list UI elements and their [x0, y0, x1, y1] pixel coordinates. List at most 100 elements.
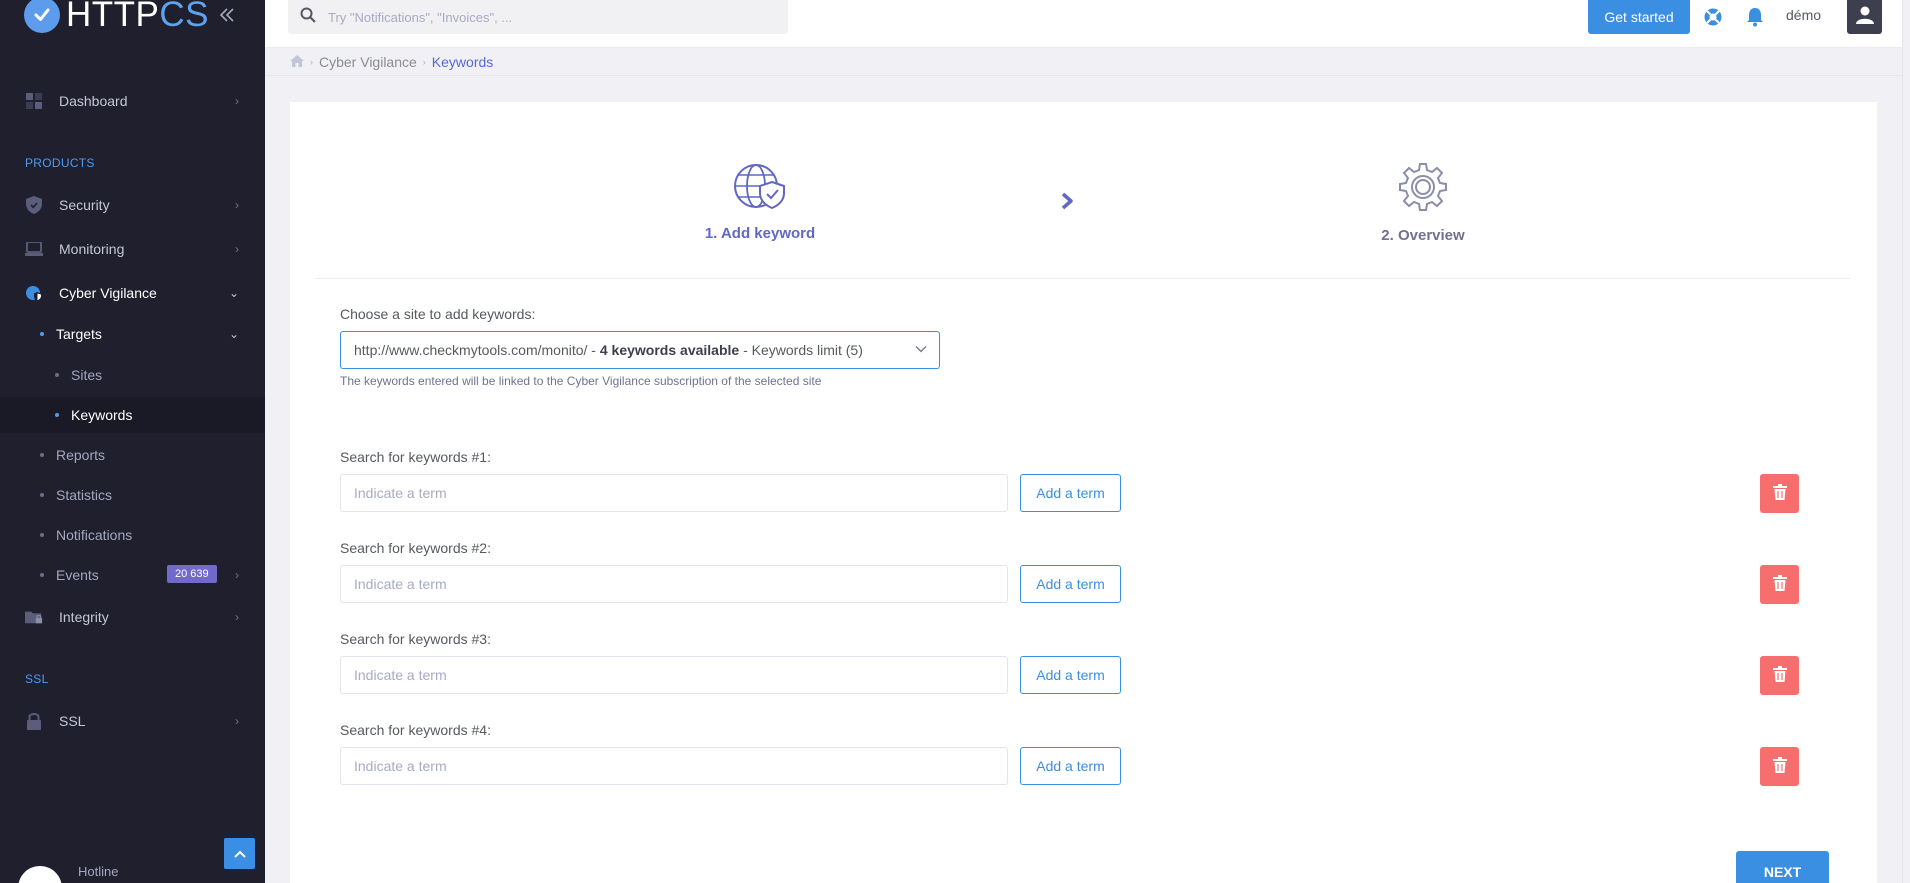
delete-keyword-2-button[interactable] — [1760, 565, 1799, 604]
trash-icon — [1772, 575, 1787, 594]
breadcrumb-parent[interactable]: Cyber Vigilance — [319, 54, 417, 70]
search-input[interactable] — [328, 9, 748, 25]
globe-shield-icon — [25, 284, 43, 302]
bullet-icon — [40, 573, 44, 577]
keywords-available: 4 keywords available — [599, 342, 740, 358]
chevron-right-icon: › — [235, 242, 239, 256]
hotline-label: Hotline — [78, 864, 119, 879]
sidebar-item-label: Statistics — [56, 487, 113, 503]
sidebar-item-dashboard[interactable]: Dashboard › — [0, 81, 265, 121]
sidebar-item-reports[interactable]: Reports — [0, 437, 265, 473]
add-term-button-2[interactable]: Add a term — [1020, 565, 1121, 603]
logo-prefix: HTTP — [66, 0, 160, 34]
trash-icon — [1772, 484, 1787, 503]
select-separator: - — [587, 342, 600, 358]
sidebar-item-label: Targets — [56, 326, 102, 342]
chevron-right-icon — [1060, 190, 1074, 216]
sidebar-item-keywords[interactable]: Keywords — [0, 397, 265, 433]
add-term-button-3[interactable]: Add a term — [1020, 656, 1121, 694]
site-url: http://www.checkmytools.com/monito/ — [354, 342, 588, 358]
keyword-3-label: Search for keywords #3: — [340, 631, 491, 647]
sidebar-item-label: Dashboard — [59, 93, 128, 109]
home-icon[interactable] — [290, 54, 304, 70]
bullet-icon — [55, 373, 59, 377]
scroll-to-top-button[interactable] — [224, 838, 255, 869]
section-title-products: PRODUCTS — [25, 156, 95, 170]
delete-keyword-3-button[interactable] — [1760, 656, 1799, 695]
delete-keyword-1-button[interactable] — [1760, 474, 1799, 513]
shield-icon — [25, 196, 43, 214]
sidebar-item-targets[interactable]: Targets ⌄ — [0, 316, 265, 352]
get-started-button[interactable]: Get started — [1588, 0, 1690, 34]
sidebar-item-label: Sites — [71, 367, 103, 383]
breadcrumb-current: Keywords — [431, 54, 494, 70]
choose-site-label: Choose a site to add keywords: — [340, 306, 536, 322]
globe-shield-icon — [734, 164, 786, 214]
sidebar-item-integrity[interactable]: Integrity › — [0, 597, 265, 637]
sidebar-item-events[interactable]: Events 20 639 › — [0, 557, 265, 593]
folder-lock-icon — [25, 608, 43, 626]
add-term-button-4[interactable]: Add a term — [1020, 747, 1121, 785]
keyword-2-label: Search for keywords #2: — [340, 540, 491, 556]
chevron-right-icon: › — [235, 198, 239, 212]
sidebar-item-label: Keywords — [71, 407, 133, 423]
page-scrollbar[interactable] — [1902, 0, 1910, 883]
keywords-limit: Keywords limit (5) — [751, 342, 863, 358]
sidebar-item-security[interactable]: Security › — [0, 185, 265, 225]
logo-suffix: CS — [159, 0, 210, 34]
trash-icon — [1772, 757, 1787, 776]
lock-icon — [25, 712, 43, 730]
sidebar-item-label: Integrity — [59, 609, 109, 625]
keyword-2-input[interactable] — [340, 565, 1008, 603]
bullet-icon — [40, 493, 44, 497]
chevron-down-icon: ⌄ — [228, 286, 239, 300]
collapse-sidebar-icon[interactable] — [218, 4, 236, 30]
search-bar[interactable] — [288, 0, 788, 34]
check-logo-icon — [24, 0, 60, 33]
keyword-4-label: Search for keywords #4: — [340, 722, 491, 738]
wizard-step-overview[interactable]: 2. Overview — [1343, 162, 1503, 244]
chevron-right-icon: › — [235, 568, 239, 582]
main-card: 1. Add keyword 2. Overview Choose a site… — [290, 102, 1877, 883]
wizard-divider — [315, 278, 1850, 279]
user-icon — [1855, 6, 1874, 29]
chevron-right-icon: › — [235, 714, 239, 728]
section-title-ssl: SSL — [25, 672, 49, 686]
site-select[interactable]: http://www.checkmytools.com/monito/ - 4 … — [340, 331, 940, 369]
hotline-avatar — [18, 866, 62, 883]
keyword-1-input[interactable] — [340, 474, 1008, 512]
chevron-down-icon — [915, 342, 927, 356]
sidebar-item-label: Reports — [56, 447, 106, 463]
sidebar-item-label: Notifications — [56, 527, 133, 543]
keyword-4-input[interactable] — [340, 747, 1008, 785]
sidebar-item-monitoring[interactable]: Monitoring › — [0, 229, 265, 269]
laptop-icon — [25, 240, 43, 258]
trash-icon — [1772, 666, 1787, 685]
bullet-icon — [40, 453, 44, 457]
breadcrumb-divider — [265, 75, 1905, 76]
keyword-3-input[interactable] — [340, 656, 1008, 694]
user-menu-button[interactable] — [1847, 0, 1882, 34]
add-term-button-1[interactable]: Add a term — [1020, 474, 1121, 512]
next-button[interactable]: NEXT — [1736, 851, 1829, 883]
sidebar-item-cyber-vigilance[interactable]: Cyber Vigilance ⌄ — [0, 273, 265, 313]
events-count-badge: 20 639 — [167, 565, 217, 583]
support-lifebuoy-icon[interactable] — [1702, 6, 1724, 28]
sidebar-item-sites[interactable]: Sites — [0, 357, 265, 393]
delete-keyword-4-button[interactable] — [1760, 747, 1799, 786]
sidebar: HTTPCS Dashboard › PRODUCTS Security › M… — [0, 0, 265, 883]
sidebar-item-label: Security — [59, 197, 110, 213]
chevron-down-icon: ⌄ — [228, 327, 239, 341]
logo-text: HTTPCS — [66, 0, 209, 35]
sidebar-item-label: SSL — [59, 713, 86, 729]
sidebar-item-statistics[interactable]: Statistics — [0, 477, 265, 513]
sidebar-item-ssl[interactable]: SSL › — [0, 701, 265, 741]
wizard-step-add-keyword[interactable]: 1. Add keyword — [680, 162, 840, 242]
site-helper-text: The keywords entered will be linked to t… — [340, 374, 822, 388]
bell-icon[interactable] — [1744, 6, 1766, 28]
sidebar-item-notifications[interactable]: Notifications — [0, 517, 265, 553]
user-name[interactable]: démo — [1786, 7, 1821, 23]
chevron-right-icon: › — [235, 610, 239, 624]
bullet-icon — [40, 332, 44, 336]
select-separator: - — [739, 342, 752, 358]
